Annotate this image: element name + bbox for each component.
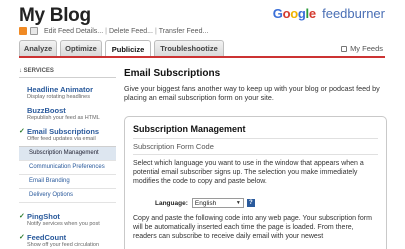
services-heading[interactable]: ↓ SERVICES (19, 68, 116, 78)
page-header: My Blog Google feedburner Edit Feed Deta… (0, 0, 405, 38)
subnav-email-branding[interactable]: Email Branding (19, 175, 116, 189)
language-label: Language: (155, 199, 188, 207)
tab-optimize[interactable]: Optimize (60, 40, 102, 56)
page-title: Email Subscriptions (124, 68, 221, 79)
check-icon: ✓ (19, 213, 25, 220)
subnav-communication-preferences[interactable]: Communication Preferences (19, 161, 116, 175)
feed-doc-icon[interactable] (30, 27, 38, 35)
language-row: Language: English ▼ ? (155, 198, 255, 208)
service-buzzboost[interactable]: BuzzBoost Republish your feed as HTML (19, 106, 116, 122)
delete-feed-link[interactable]: Delete Feed... (109, 28, 153, 35)
subscription-management-panel: Subscription Management Subscription For… (124, 116, 387, 249)
panel-title: Subscription Management (133, 124, 246, 134)
google-wordmark: Google (272, 6, 316, 21)
tab-analyze[interactable]: Analyze (19, 40, 57, 56)
subnav-delivery-options[interactable]: Delivery Options (19, 189, 116, 203)
feedburner-wordmark: feedburner (322, 6, 385, 21)
subnav-subscription-management[interactable]: Subscription Management (19, 147, 116, 161)
rss-feed-icon[interactable] (19, 27, 27, 35)
service-email-subscriptions[interactable]: ✓ Email Subscriptions Offer feed updates… (19, 127, 116, 143)
chevron-down-icon: ▼ (235, 200, 241, 206)
language-instructions: Select which language you want to use in… (133, 160, 364, 185)
tab-publicize[interactable]: Publicize (105, 40, 151, 57)
services-sidebar: ↓ SERVICES Headline Animator Display rot… (19, 68, 116, 249)
panel-subtitle: Subscription Form Code (133, 142, 214, 151)
language-select[interactable]: English ▼ (191, 198, 244, 208)
code-instructions: Copy and paste the following code into a… (133, 215, 372, 240)
tab-troubleshootize[interactable]: Troubleshootize (154, 40, 224, 56)
check-icon: ✓ (19, 128, 25, 135)
main-content: Email Subscriptions Give your biggest fa… (124, 68, 387, 102)
tab-underline (19, 56, 385, 58)
service-feedcount[interactable]: ✓ FeedCount Show off your feed circulati… (19, 233, 116, 249)
transfer-feed-link[interactable]: Transfer Feed... (159, 28, 209, 35)
help-icon[interactable]: ? (246, 199, 255, 207)
feedburner-logo[interactable]: Google feedburner (273, 6, 385, 21)
check-icon: ✓ (19, 234, 25, 241)
edit-feed-link[interactable]: Edit Feed Details... (44, 28, 103, 35)
service-headline-animator[interactable]: Headline Animator Display rotating headl… (19, 85, 116, 101)
blog-title: My Blog (19, 5, 91, 26)
feed-actions: Edit Feed Details... | Delete Feed... | … (19, 25, 208, 37)
home-icon (341, 45, 348, 52)
page-description: Give your biggest fans another way to ke… (124, 84, 380, 102)
service-pingshot[interactable]: ✓ PingShot Notify services when you post (19, 212, 116, 228)
my-feeds-link[interactable]: My Feeds (341, 44, 383, 53)
